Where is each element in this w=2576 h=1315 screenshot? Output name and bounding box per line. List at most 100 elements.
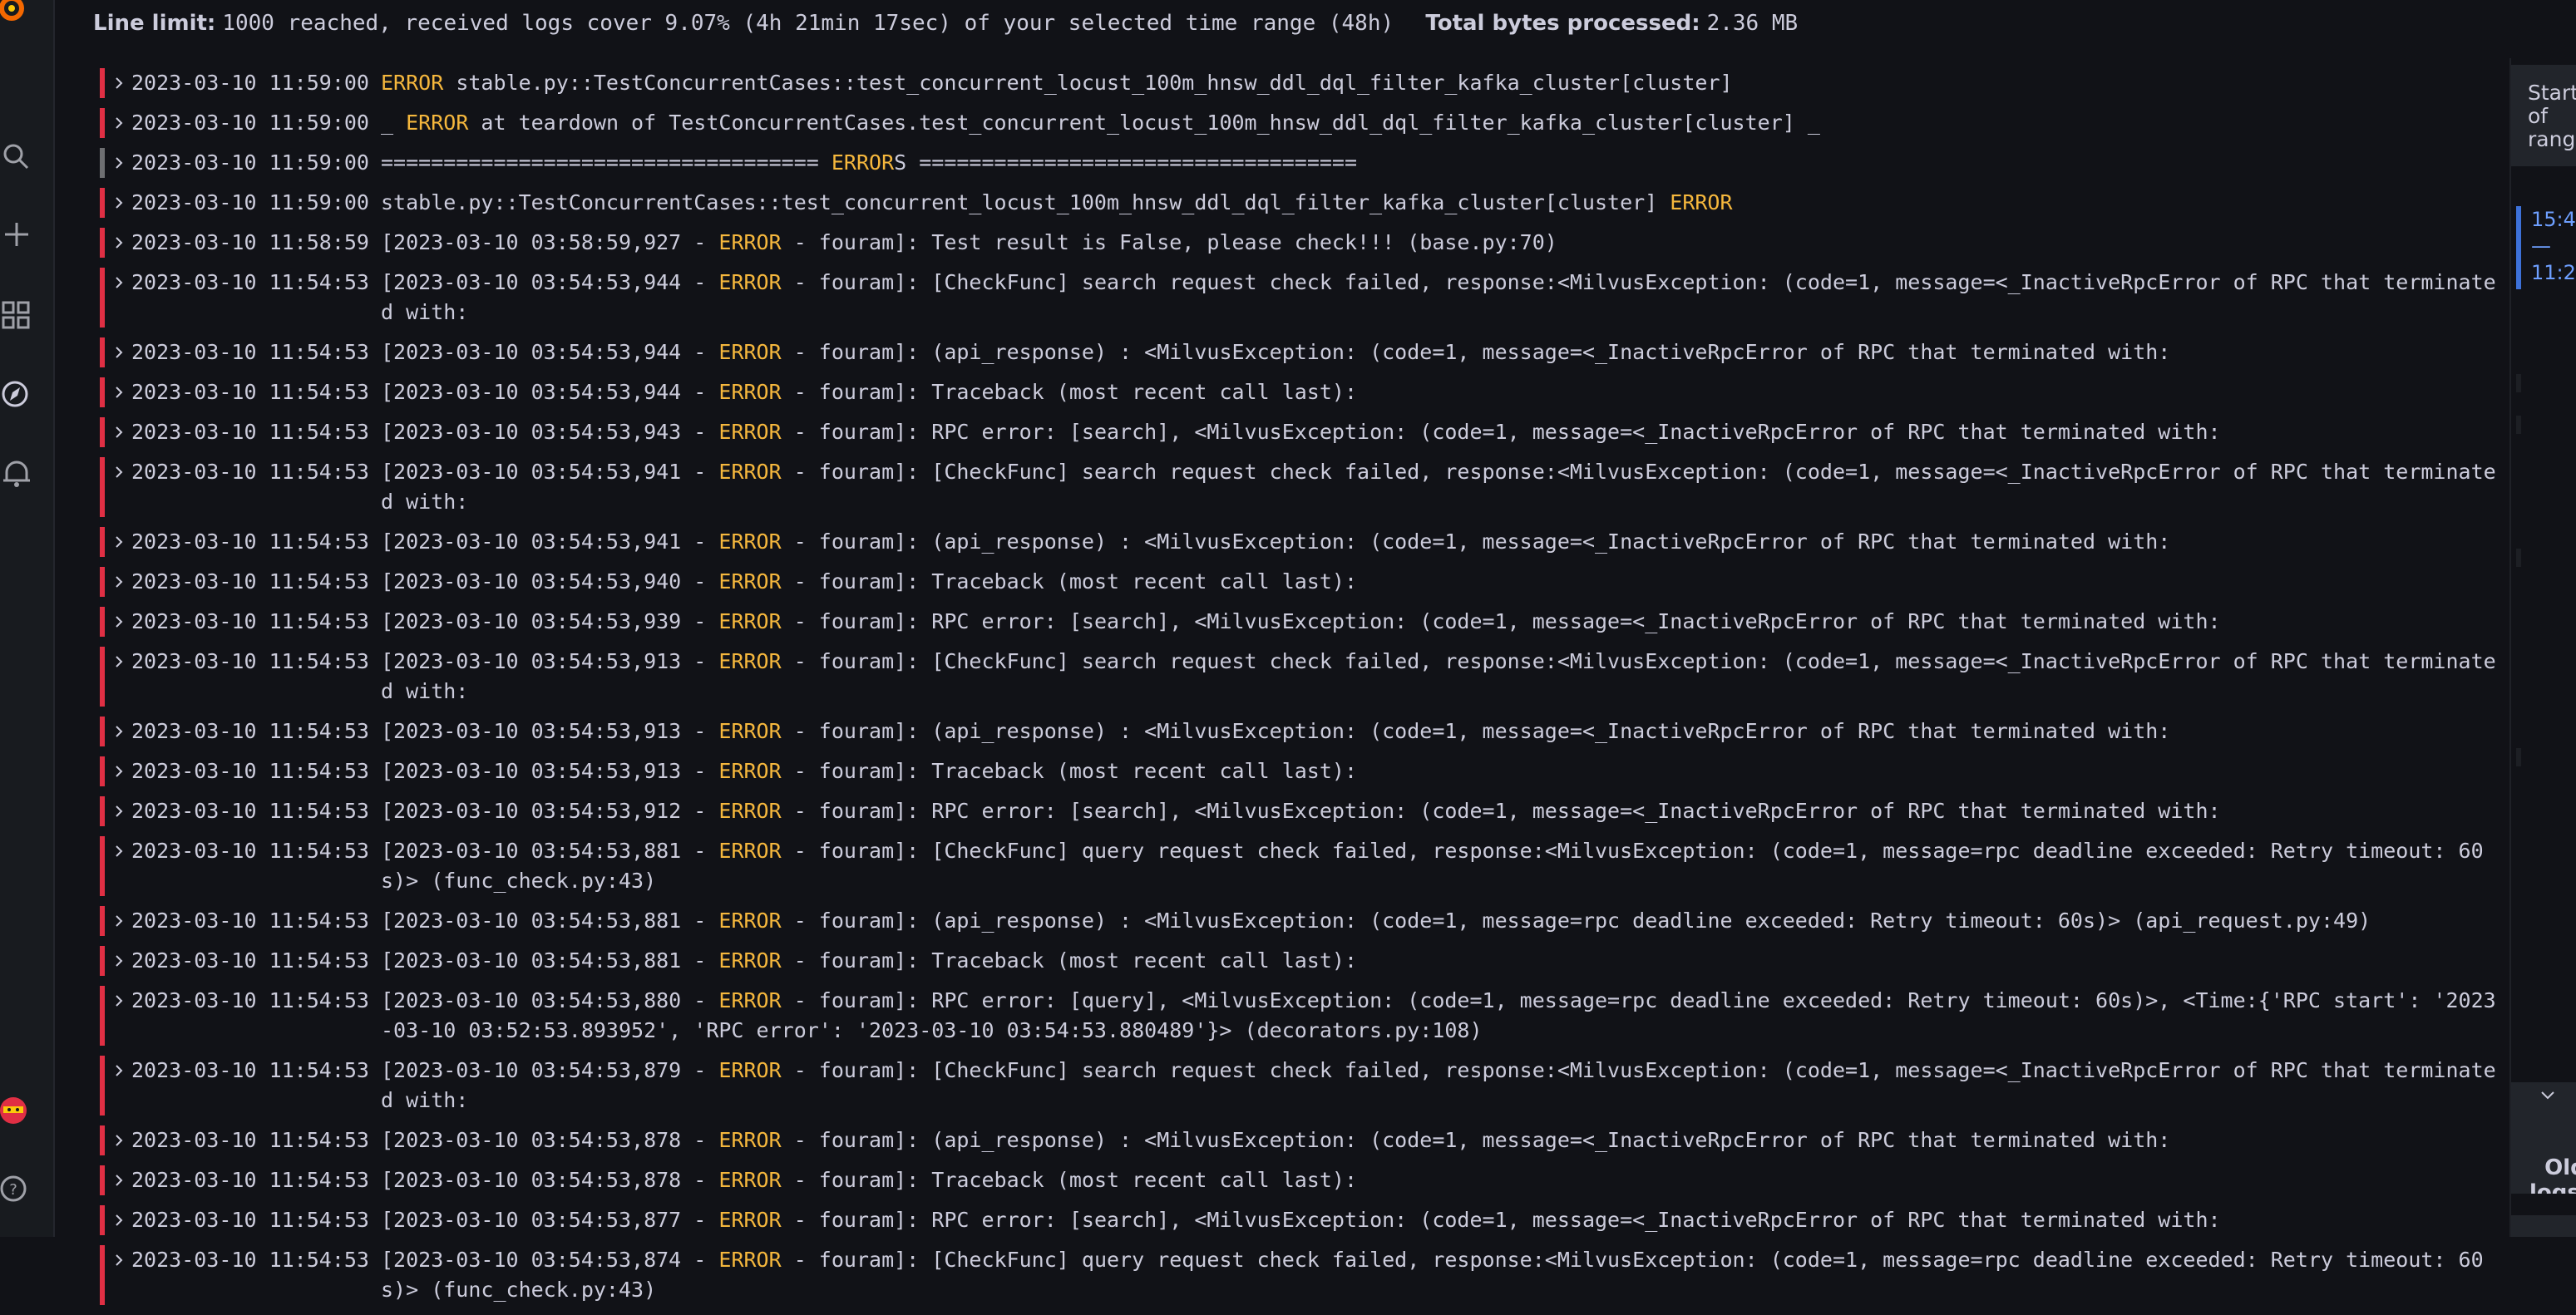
log-level-highlight: ERROR [718, 948, 782, 973]
log-level-highlight: ERROR [718, 1168, 782, 1192]
chevron-right-icon[interactable] [110, 1245, 128, 1275]
log-message-prefix: [2023-03-10 03:54:53,874 - [381, 1248, 719, 1272]
log-message: [2023-03-10 03:54:53,913 - ERROR - foura… [381, 717, 2503, 746]
log-row[interactable]: 2023-03-10 11:54:53 [2023-03-10 03:54:53,… [100, 567, 2503, 597]
user-avatar-icon[interactable] [0, 1091, 33, 1130]
chevron-right-icon[interactable] [110, 337, 128, 367]
log-message-suffix: - fouram]: RPC error: [search], <MilvusE… [781, 1208, 2221, 1232]
plus-icon[interactable] [0, 214, 33, 254]
log-timestamp: 2023-03-10 11:54:53 [131, 1248, 369, 1272]
log-level-indicator [100, 148, 105, 178]
chevron-right-icon[interactable] [110, 1205, 128, 1235]
log-row[interactable]: 2023-03-10 11:54:53 [2023-03-10 03:54:53,… [100, 268, 2503, 328]
log-row[interactable]: 2023-03-10 11:59:00 =====================… [100, 148, 2503, 178]
dashboards-icon[interactable] [0, 294, 33, 334]
help-icon[interactable]: ? [0, 1167, 33, 1207]
log-row[interactable]: 2023-03-10 11:54:53 [2023-03-10 03:54:53,… [100, 1165, 2503, 1195]
log-timestamp: 2023-03-10 11:54:53 [131, 460, 369, 484]
log-timestamp: 2023-03-10 11:54:53 [131, 609, 369, 633]
log-level-indicator [100, 1056, 105, 1116]
log-row[interactable]: 2023-03-10 11:54:53 [2023-03-10 03:54:53,… [100, 417, 2503, 447]
chevron-right-icon[interactable] [110, 68, 128, 98]
log-level-highlight: ERROR [718, 609, 782, 633]
log-row[interactable]: 2023-03-10 11:54:53 [2023-03-10 03:54:53,… [100, 377, 2503, 407]
log-level-indicator [100, 188, 105, 218]
chevron-right-icon[interactable] [110, 986, 128, 1016]
chevron-right-icon[interactable] [110, 1125, 128, 1155]
log-message-prefix: [2023-03-10 03:54:53,941 - [381, 460, 719, 484]
log-row[interactable]: 2023-03-10 11:54:53 [2023-03-10 03:54:53,… [100, 906, 2503, 936]
log-message-prefix: [2023-03-10 03:54:53,913 - [381, 719, 719, 743]
log-row[interactable]: 2023-03-10 11:54:53 [2023-03-10 03:54:53,… [100, 1205, 2503, 1235]
log-row[interactable]: 2023-03-10 11:54:53 [2023-03-10 03:54:53,… [100, 457, 2503, 517]
chevron-right-icon[interactable] [110, 228, 128, 258]
chevron-right-icon[interactable] [110, 527, 128, 557]
explore-icon[interactable] [0, 374, 33, 414]
chevron-right-icon[interactable] [110, 1165, 128, 1195]
alert-bell-icon[interactable] [0, 454, 33, 494]
log-level-indicator [100, 756, 105, 786]
log-row[interactable]: 2023-03-10 11:54:53 [2023-03-10 03:54:53,… [100, 1125, 2503, 1155]
log-row[interactable]: 2023-03-10 11:54:53 [2023-03-10 03:54:53,… [100, 756, 2503, 786]
chevron-right-icon[interactable] [110, 647, 128, 677]
log-row[interactable]: 2023-03-10 11:58:59 [2023-03-10 03:58:59,… [100, 228, 2503, 258]
chevron-right-icon[interactable] [110, 756, 128, 786]
log-row[interactable]: 2023-03-10 11:54:53 [2023-03-10 03:54:53,… [100, 986, 2503, 1046]
log-message-suffix: - fouram]: Traceback (most recent call l… [781, 948, 1358, 973]
log-message-prefix: [2023-03-10 03:54:53,879 - [381, 1058, 719, 1082]
log-level-highlight: ERROR [718, 649, 782, 673]
chevron-right-icon[interactable] [110, 377, 128, 407]
range-tick [2516, 549, 2521, 567]
chevron-right-icon[interactable] [110, 148, 128, 178]
chevron-right-icon[interactable] [110, 607, 128, 637]
older-logs-button[interactable]: Older logs [2511, 1082, 2576, 1194]
log-level-indicator [100, 1165, 105, 1195]
chevron-right-icon[interactable] [110, 268, 128, 298]
scrollbar-track[interactable] [2511, 1215, 2576, 1237]
chevron-down-icon [2541, 1091, 2554, 1100]
chevron-right-icon[interactable] [110, 567, 128, 597]
chevron-right-icon[interactable] [110, 717, 128, 746]
chevron-right-icon[interactable] [110, 836, 128, 866]
log-row[interactable]: 2023-03-10 11:54:53 [2023-03-10 03:54:53,… [100, 607, 2503, 637]
log-row[interactable]: 2023-03-10 11:54:53 [2023-03-10 03:54:53,… [100, 796, 2503, 826]
log-row[interactable]: 2023-03-10 11:54:53 [2023-03-10 03:54:53,… [100, 1056, 2503, 1116]
log-message-prefix: [2023-03-10 03:54:53,881 - [381, 839, 719, 863]
log-row[interactable]: 2023-03-10 11:54:53 [2023-03-10 03:54:53,… [100, 527, 2503, 557]
log-message: [2023-03-10 03:54:53,944 - ERROR - foura… [381, 268, 2503, 328]
log-level-highlight: ERROR [1670, 190, 1733, 214]
chevron-right-icon[interactable] [110, 108, 128, 138]
time-range-marker[interactable]: 15:48 — 11:24 [2516, 206, 2576, 289]
log-row[interactable]: 2023-03-10 11:54:53 [2023-03-10 03:54:53,… [100, 337, 2503, 367]
log-row[interactable]: 2023-03-10 11:54:53 [2023-03-10 03:54:53,… [100, 647, 2503, 707]
log-level-indicator [100, 986, 105, 1046]
log-message: =================================== ERRO… [381, 148, 2503, 178]
log-row[interactable]: 2023-03-10 11:59:00 stable.py::TestConcur… [100, 188, 2503, 218]
log-row[interactable]: 2023-03-10 11:59:00 ERROR stable.py::Test… [100, 68, 2503, 98]
log-timestamp: 2023-03-10 11:54:53 [131, 988, 369, 1012]
chevron-right-icon[interactable] [110, 1056, 128, 1086]
chevron-right-icon[interactable] [110, 417, 128, 447]
log-message: [2023-03-10 03:54:53,939 - ERROR - foura… [381, 607, 2503, 637]
log-message: [2023-03-10 03:54:53,944 - ERROR - foura… [381, 337, 2503, 367]
range-tick [2516, 416, 2521, 434]
log-message: [2023-03-10 03:54:53,913 - ERROR - foura… [381, 647, 2503, 707]
grafana-logo-icon[interactable] [0, 0, 33, 28]
chevron-right-icon[interactable] [110, 796, 128, 826]
log-level-highlight: ERROR [718, 799, 782, 823]
log-row[interactable]: 2023-03-10 11:59:00 _ ERROR at teardown o… [100, 108, 2503, 138]
log-message-prefix: [2023-03-10 03:58:59,927 - [381, 230, 719, 254]
chevron-right-icon[interactable] [110, 946, 128, 976]
chevron-right-icon[interactable] [110, 906, 128, 936]
start-of-range-button[interactable]: Start of range [2511, 65, 2576, 166]
chevron-right-icon[interactable] [110, 188, 128, 218]
log-row[interactable]: 2023-03-10 11:54:53 [2023-03-10 03:54:53,… [100, 1245, 2503, 1305]
log-row[interactable]: 2023-03-10 11:54:53 [2023-03-10 03:54:53,… [100, 946, 2503, 976]
log-level-indicator [100, 717, 105, 746]
log-row[interactable]: 2023-03-10 11:54:53 [2023-03-10 03:54:53,… [100, 836, 2503, 896]
search-icon[interactable] [0, 136, 33, 176]
log-level-highlight: ERROR [718, 340, 782, 364]
log-timestamp: 2023-03-10 11:59:00 [131, 111, 369, 135]
log-row[interactable]: 2023-03-10 11:54:53 [2023-03-10 03:54:53,… [100, 717, 2503, 746]
chevron-right-icon[interactable] [110, 457, 128, 487]
